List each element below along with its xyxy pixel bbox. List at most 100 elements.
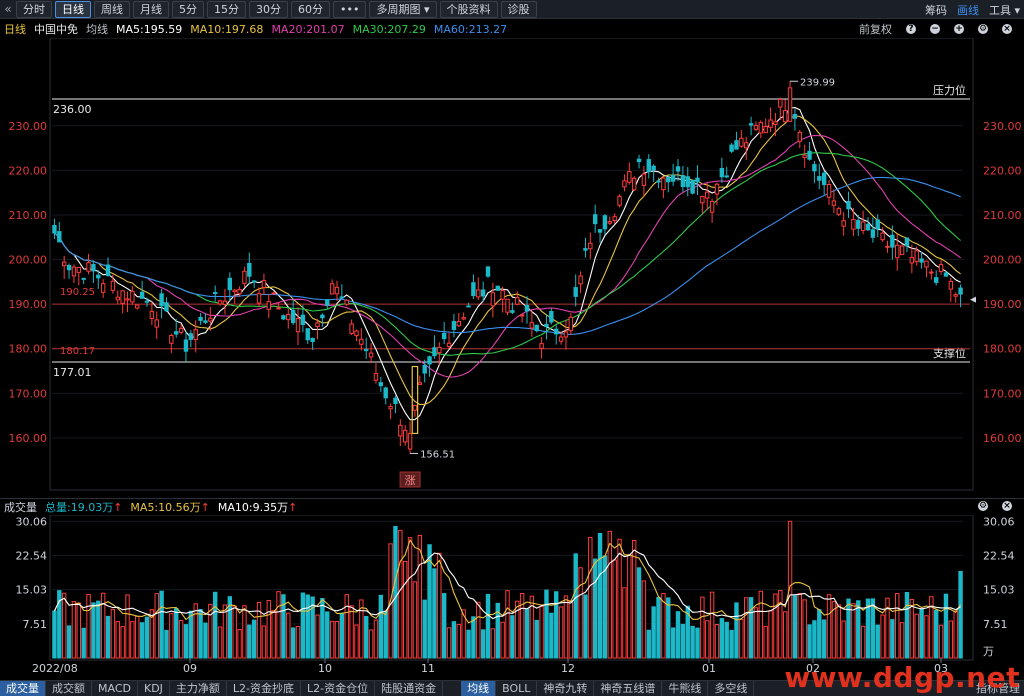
- volume-bar: [758, 590, 764, 659]
- candle-body: [125, 298, 130, 301]
- volume-bar: [398, 529, 403, 659]
- plus-icon[interactable]: +: [954, 24, 964, 34]
- period-tab[interactable]: 个股资料: [439, 0, 498, 18]
- ma-label[interactable]: 均线: [86, 21, 108, 37]
- candle-body: [485, 266, 491, 277]
- close-icon[interactable]: ×: [1002, 24, 1012, 34]
- candle-body: [81, 277, 86, 280]
- help-icon[interactable]: ?: [906, 24, 916, 34]
- candle: [188, 330, 194, 348]
- candle: [505, 298, 510, 316]
- volume-bar: [592, 558, 598, 659]
- candle: [286, 308, 291, 329]
- chips-button[interactable]: 筹码: [925, 2, 947, 18]
- indicator-tab[interactable]: L2-资金仓位: [301, 680, 376, 696]
- volume-bar: [349, 605, 354, 659]
- volume-bar: [709, 591, 715, 659]
- candle: [782, 99, 788, 123]
- candle: [539, 336, 544, 359]
- period-tab[interactable]: 多周期图 ▾: [369, 0, 437, 18]
- candle-body: [748, 123, 754, 126]
- candle: [617, 194, 622, 208]
- volume-bar: [890, 619, 895, 659]
- volume-bar: [909, 598, 915, 659]
- period-tab[interactable]: 5分: [172, 0, 204, 18]
- minus-icon[interactable]: −: [930, 24, 940, 34]
- price-tick-left: 170.00: [9, 387, 48, 400]
- candle-body: [398, 424, 403, 437]
- candle-body: [549, 311, 554, 323]
- adjust-select[interactable]: 前复权: [859, 21, 892, 37]
- tools-menu-button[interactable]: 工具 ▾: [989, 2, 1020, 18]
- indicator-tab[interactable]: 成交额: [46, 680, 92, 696]
- volume-bar: [792, 595, 798, 659]
- ma10-line: [54, 115, 961, 405]
- candle-body: [212, 292, 218, 295]
- indicator-tab[interactable]: 陆股通资金: [375, 680, 444, 696]
- candle-body: [836, 208, 841, 215]
- candle: [875, 214, 880, 237]
- candle: [709, 198, 715, 223]
- overlay-tab[interactable]: 均线: [461, 680, 497, 696]
- candle-body: [115, 296, 120, 301]
- candle: [373, 363, 379, 384]
- volume-close-icon[interactable]: ×: [1002, 501, 1012, 511]
- period-tab[interactable]: 分时: [16, 0, 52, 18]
- indicator-tab[interactable]: L2-资金抄底: [227, 680, 302, 696]
- overlay-tab[interactable]: BOLL: [496, 680, 538, 696]
- candle-body: [851, 218, 856, 230]
- overlay-tab[interactable]: 多空线: [708, 680, 755, 696]
- candle-body: [529, 322, 535, 329]
- volume-bar: [169, 613, 174, 659]
- candle-body: [422, 364, 427, 374]
- candle: [368, 343, 374, 364]
- candle-body: [690, 179, 695, 194]
- candle-body: [880, 232, 885, 241]
- volume-bar: [836, 604, 841, 659]
- collapse-left-icon[interactable]: «: [0, 2, 16, 16]
- candle-body: [446, 342, 452, 347]
- overlay-tab[interactable]: 神奇五线谱: [594, 680, 663, 696]
- indicator-tab[interactable]: MACD: [92, 680, 138, 696]
- candle: [495, 285, 500, 291]
- candle-body: [714, 183, 720, 195]
- period-tab[interactable]: 诊股: [500, 0, 537, 18]
- volume-bar: [198, 609, 203, 659]
- candle: [846, 191, 851, 218]
- overlay-tab[interactable]: 神奇九转: [537, 680, 595, 696]
- price-tick-left: 190.00: [9, 298, 48, 311]
- volume-bar: [904, 591, 910, 659]
- volume-bar: [763, 625, 768, 659]
- candle: [500, 286, 505, 313]
- indicator-tab[interactable]: 成交量: [0, 680, 46, 696]
- settings-icon[interactable]: ⚙: [978, 24, 988, 34]
- period-tab[interactable]: 月线: [133, 0, 169, 18]
- candle-body: [656, 180, 661, 183]
- candle: [627, 162, 632, 185]
- period-tab[interactable]: •••: [333, 0, 367, 18]
- volume-bar: [81, 627, 86, 659]
- indicator-tab[interactable]: KDJ: [138, 680, 170, 696]
- candle: [305, 328, 310, 344]
- candle-body: [203, 320, 208, 323]
- period-tab[interactable]: 15分: [207, 0, 246, 18]
- indicator-tab[interactable]: 主力净额: [170, 680, 227, 696]
- volume-settings-icon[interactable]: ⚙: [978, 501, 988, 511]
- draw-line-button[interactable]: 画线: [957, 2, 979, 18]
- candle: [592, 204, 598, 233]
- volume-total: 总量:19.03万↑: [45, 500, 123, 514]
- volume-chart[interactable]: 30.06 30.06 22.54 22.54 15.03 15.03 7.51 7.51 万 2…: [0, 515, 1024, 680]
- volume-bar: [870, 598, 876, 659]
- candle: [705, 183, 710, 211]
- price-chart[interactable]: 230.00 230.00 220.00 220.00 210.00 210.00 200.…: [0, 38, 1024, 498]
- period-tab[interactable]: 60分: [291, 0, 330, 18]
- candle-body: [534, 324, 539, 332]
- ma60-value: MA60:213.27: [433, 22, 508, 36]
- candle: [680, 165, 686, 192]
- overlay-tab[interactable]: 牛熊线: [662, 680, 709, 696]
- period-tab[interactable]: 周线: [94, 0, 130, 18]
- candle: [329, 279, 335, 295]
- volume-bar: [705, 620, 710, 659]
- period-tab[interactable]: 日线: [55, 0, 91, 18]
- period-tab[interactable]: 30分: [249, 0, 288, 18]
